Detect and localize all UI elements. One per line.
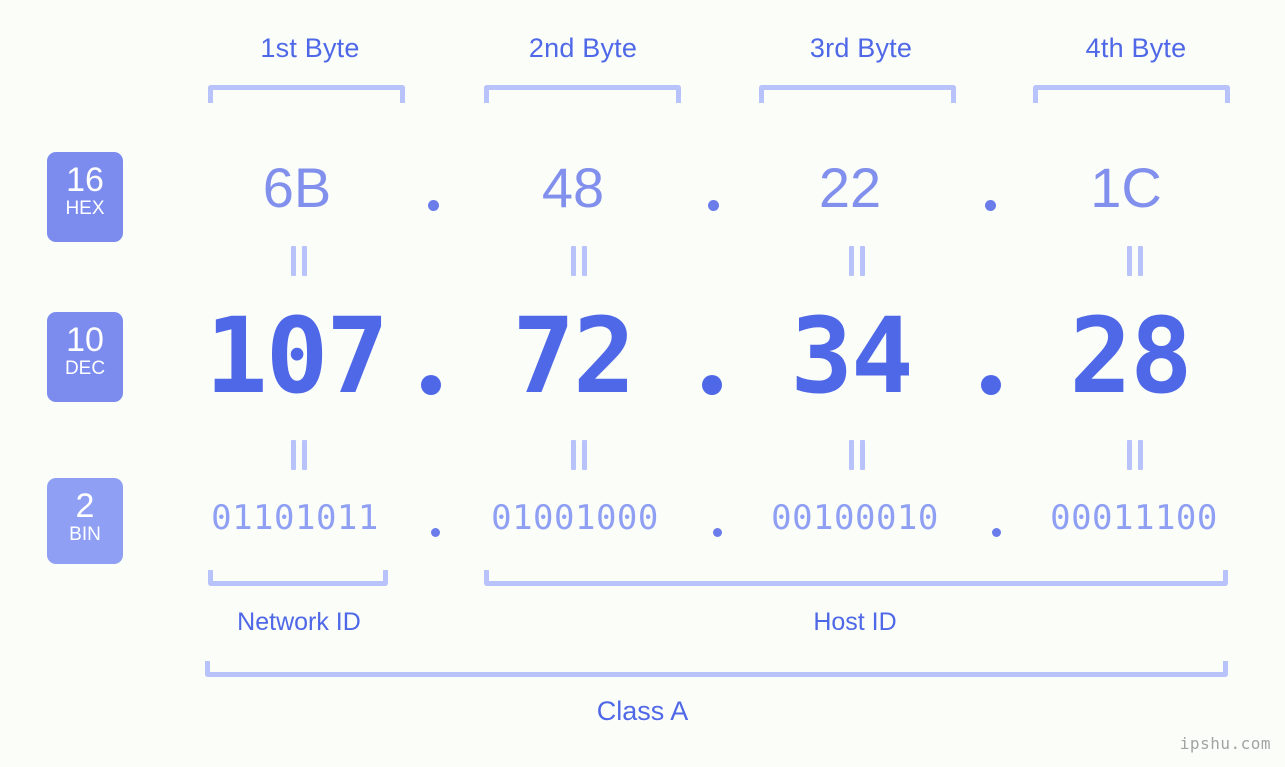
hex-byte-3: 22	[818, 156, 882, 219]
bin-byte-4: 00011100	[1050, 498, 1218, 538]
dec-separator-dot-2	[702, 375, 722, 395]
base-badge-hex-abbr: HEX	[65, 198, 105, 219]
bin-separator-dot-1	[431, 528, 440, 537]
byte-header-1: 1st Byte	[260, 33, 360, 63]
base-badge-dec-abbr: DEC	[64, 358, 106, 379]
base-badge-bin-abbr: BIN	[69, 524, 101, 545]
bin-byte-2: 01001000	[491, 498, 659, 538]
base-badge-bin: 2 BIN	[47, 478, 123, 564]
bin-byte-3: 00100010	[771, 498, 939, 538]
dec-byte-4: 28	[1069, 295, 1192, 417]
class-bracket	[205, 661, 1228, 677]
equals-mark-hex-dec-1	[288, 246, 310, 276]
ip-breakdown-diagram: 1st Byte 2nd Byte 3rd Byte 4th Byte 16 H…	[0, 0, 1285, 767]
class-label: Class A	[596, 696, 689, 726]
base-badge-dec: 10 DEC	[47, 312, 123, 402]
byte-bracket-3	[759, 85, 956, 103]
equals-mark-dec-bin-4	[1124, 440, 1146, 470]
dec-separator-dot-3	[981, 375, 1001, 395]
dec-separator-dot-1	[421, 375, 441, 395]
hex-separator-dot-3	[985, 200, 996, 211]
bin-separator-dot-2	[713, 528, 722, 537]
hex-byte-4: 1C	[1090, 156, 1162, 219]
equals-mark-hex-dec-3	[846, 246, 868, 276]
byte-header-2: 2nd Byte	[528, 33, 638, 63]
hex-byte-2: 48	[541, 156, 605, 219]
base-badge-hex: 16 HEX	[47, 152, 123, 242]
equals-mark-hex-dec-4	[1124, 246, 1146, 276]
base-badge-hex-number: 16	[66, 161, 104, 199]
host-id-label: Host ID	[813, 608, 897, 636]
base-badge-dec-number: 10	[66, 321, 104, 359]
equals-mark-dec-bin-3	[846, 440, 868, 470]
byte-bracket-1	[208, 85, 405, 103]
equals-mark-dec-bin-1	[288, 440, 310, 470]
hex-separator-dot-2	[708, 200, 719, 211]
bin-separator-dot-3	[992, 528, 1001, 537]
network-id-label: Network ID	[237, 608, 361, 636]
site-watermark: ipshu.com	[1179, 734, 1271, 753]
equals-mark-hex-dec-2	[568, 246, 590, 276]
hex-separator-dot-1	[428, 200, 439, 211]
hex-byte-1: 6B	[262, 156, 332, 219]
dec-byte-2: 72	[512, 295, 635, 417]
bin-byte-1: 01101011	[211, 498, 379, 538]
equals-mark-dec-bin-2	[568, 440, 590, 470]
host-id-bracket	[484, 570, 1228, 586]
byte-bracket-2	[484, 85, 681, 103]
base-badge-bin-number: 2	[75, 487, 95, 525]
dec-byte-1: 107	[205, 295, 389, 417]
byte-header-3: 3rd Byte	[809, 33, 913, 63]
byte-bracket-4	[1033, 85, 1230, 103]
dec-byte-3: 34	[790, 295, 913, 417]
byte-header-4: 4th Byte	[1085, 33, 1187, 63]
network-id-bracket	[208, 570, 388, 586]
